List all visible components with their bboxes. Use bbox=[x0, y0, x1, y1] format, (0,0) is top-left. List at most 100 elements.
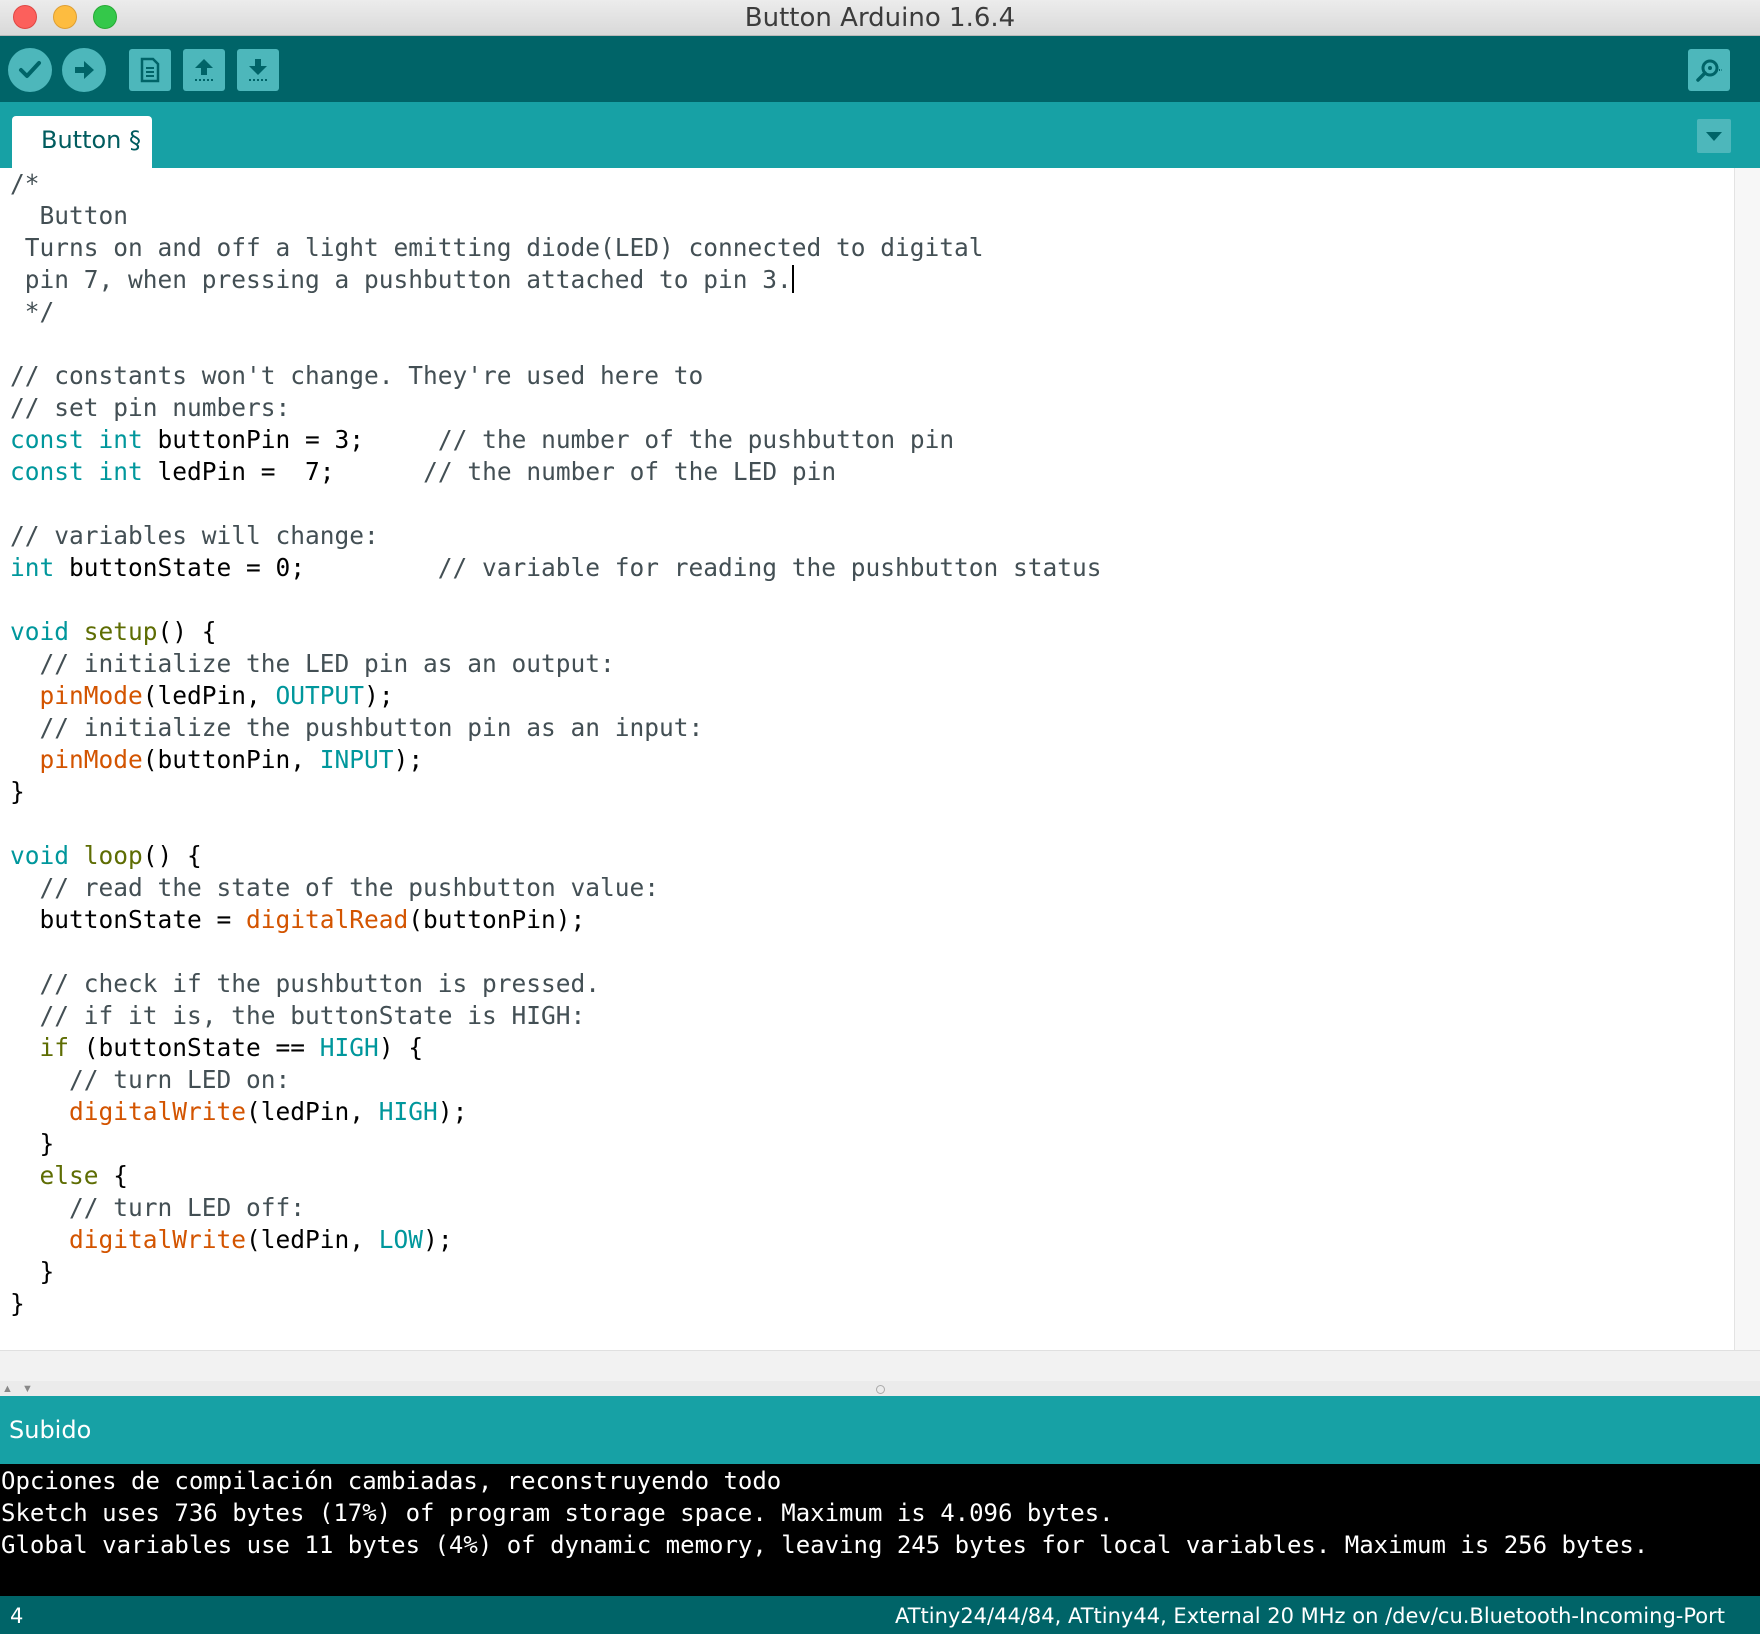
code-line[interactable]: */ bbox=[10, 296, 1102, 328]
code-token: int bbox=[10, 553, 55, 582]
code-line[interactable]: pinMode(buttonPin, INPUT); bbox=[10, 744, 1102, 776]
code-line[interactable] bbox=[10, 584, 1102, 616]
code-line[interactable] bbox=[10, 328, 1102, 360]
serial-monitor-button[interactable] bbox=[1688, 49, 1730, 91]
code-line[interactable]: digitalWrite(ledPin, HIGH); bbox=[10, 1096, 1102, 1128]
code-token: // initialize the pushbutton pin as an i… bbox=[39, 713, 704, 742]
code-line[interactable]: // constants won't change. They're used … bbox=[10, 360, 1102, 392]
code-token: } bbox=[10, 1129, 55, 1158]
code-token: if bbox=[39, 1033, 70, 1062]
save-sketch-button[interactable] bbox=[237, 49, 279, 91]
code-line[interactable]: const int ledPin = 7; // the number of t… bbox=[10, 456, 1102, 488]
status-text: Subido bbox=[9, 1416, 92, 1444]
arrow-down-icon bbox=[249, 59, 267, 81]
code-line[interactable]: buttonState = digitalRead(buttonPin); bbox=[10, 904, 1102, 936]
code-token: // the number of the pushbutton pin bbox=[437, 425, 955, 454]
code-token: // if it is, the buttonState is HIGH: bbox=[39, 1001, 586, 1030]
code-line[interactable]: // initialize the pushbutton pin as an i… bbox=[10, 712, 1102, 744]
code-token: // turn LED off: bbox=[69, 1193, 306, 1222]
code-line[interactable]: // check if the pushbutton is pressed. bbox=[10, 968, 1102, 1000]
collapse-down-icon[interactable]: ▼ bbox=[22, 1383, 33, 1395]
expand-up-icon[interactable]: ▲ bbox=[2, 1383, 13, 1395]
code-token: OUTPUT bbox=[275, 681, 365, 710]
code-line[interactable]: else { bbox=[10, 1160, 1102, 1192]
upload-button[interactable] bbox=[62, 48, 106, 92]
code-line[interactable]: // set pin numbers: bbox=[10, 392, 1102, 424]
code-line[interactable] bbox=[10, 488, 1102, 520]
console-line: Sketch uses 736 bytes (17%) of program s… bbox=[1, 1499, 1114, 1527]
status-bar: Subido bbox=[0, 1396, 1760, 1464]
code-line[interactable]: } bbox=[10, 776, 1102, 808]
text-caret bbox=[791, 265, 794, 293]
verify-button[interactable] bbox=[8, 48, 52, 92]
divider-grip-icon[interactable] bbox=[876, 1385, 885, 1394]
code-token: */ bbox=[10, 297, 55, 326]
code-line[interactable]: pin 7, when pressing a pushbutton attach… bbox=[10, 264, 1102, 296]
code-line[interactable]: /* bbox=[10, 168, 1102, 200]
code-token: // initialize the LED pin as an output: bbox=[39, 649, 615, 678]
code-token: { bbox=[98, 1161, 129, 1190]
code-line[interactable]: void setup() { bbox=[10, 616, 1102, 648]
arrow-right-icon bbox=[75, 61, 94, 79]
code-line[interactable]: void loop() { bbox=[10, 840, 1102, 872]
code-editor[interactable]: /* Button Turns on and off a light emitt… bbox=[0, 168, 1734, 1350]
code-line[interactable]: Turns on and off a light emitting diode(… bbox=[10, 232, 1102, 264]
code-line[interactable]: // read the state of the pushbutton valu… bbox=[10, 872, 1102, 904]
code-token: // check if the pushbutton is pressed. bbox=[39, 969, 601, 998]
code-token: // turn LED on: bbox=[69, 1065, 291, 1094]
code-line[interactable]: // if it is, the buttonState is HIGH: bbox=[10, 1000, 1102, 1032]
code-token: // variables will change: bbox=[10, 521, 379, 550]
footer-bar: 4 ATtiny24/44/84, ATtiny44, External 20 … bbox=[0, 1596, 1760, 1634]
code-token: HIGH bbox=[378, 1097, 438, 1126]
console-lines: Opciones de compilación cambiadas, recon… bbox=[1, 1465, 1648, 1561]
code-token: int bbox=[98, 457, 143, 486]
tab-button-sketch[interactable]: Button § bbox=[12, 116, 152, 168]
editor-scrollbar[interactable] bbox=[1734, 168, 1760, 1350]
code-content[interactable]: /* Button Turns on and off a light emitt… bbox=[10, 168, 1102, 1320]
code-token: ); bbox=[437, 1097, 468, 1126]
new-sketch-button[interactable] bbox=[129, 49, 171, 91]
code-line[interactable]: pinMode(ledPin, OUTPUT); bbox=[10, 680, 1102, 712]
code-line[interactable]: digitalWrite(ledPin, LOW); bbox=[10, 1224, 1102, 1256]
console-line: Global variables use 11 bytes (4%) of dy… bbox=[1, 1531, 1649, 1559]
code-line[interactable]: } bbox=[10, 1256, 1102, 1288]
board-port-info: ATtiny24/44/84, ATtiny44, External 20 MH… bbox=[894, 1604, 1725, 1628]
code-token: HIGH bbox=[319, 1033, 379, 1062]
tab-menu-button[interactable] bbox=[1697, 119, 1731, 153]
code-line[interactable]: } bbox=[10, 1128, 1102, 1160]
code-line[interactable]: // turn LED on: bbox=[10, 1064, 1102, 1096]
code-token: ledPin = 7; bbox=[142, 457, 424, 486]
code-token: digitalRead bbox=[246, 905, 409, 934]
code-line[interactable] bbox=[10, 936, 1102, 968]
arrow-up-icon bbox=[195, 59, 213, 81]
code-token: buttonState = bbox=[10, 905, 247, 934]
code-line[interactable]: if (buttonState == HIGH) { bbox=[10, 1032, 1102, 1064]
code-line[interactable]: // turn LED off: bbox=[10, 1192, 1102, 1224]
code-line[interactable]: // variables will change: bbox=[10, 520, 1102, 552]
code-token: void bbox=[10, 617, 70, 646]
code-token: const bbox=[10, 425, 84, 454]
pane-divider[interactable]: ▲ ▼ bbox=[0, 1350, 1760, 1397]
code-line[interactable]: // initialize the LED pin as an output: bbox=[10, 648, 1102, 680]
code-token: } bbox=[10, 777, 25, 806]
code-line[interactable] bbox=[10, 808, 1102, 840]
console-output[interactable]: Opciones de compilación cambiadas, recon… bbox=[0, 1464, 1760, 1596]
code-token: INPUT bbox=[319, 745, 394, 774]
open-sketch-button[interactable] bbox=[183, 49, 225, 91]
code-line[interactable]: } bbox=[10, 1288, 1102, 1320]
code-line[interactable]: const int buttonPin = 3; // the number o… bbox=[10, 424, 1102, 456]
code-token: digitalWrite bbox=[69, 1097, 247, 1126]
code-token: LOW bbox=[378, 1225, 424, 1254]
code-line[interactable]: Button bbox=[10, 200, 1102, 232]
code-line[interactable]: int buttonState = 0; // variable for rea… bbox=[10, 552, 1102, 584]
